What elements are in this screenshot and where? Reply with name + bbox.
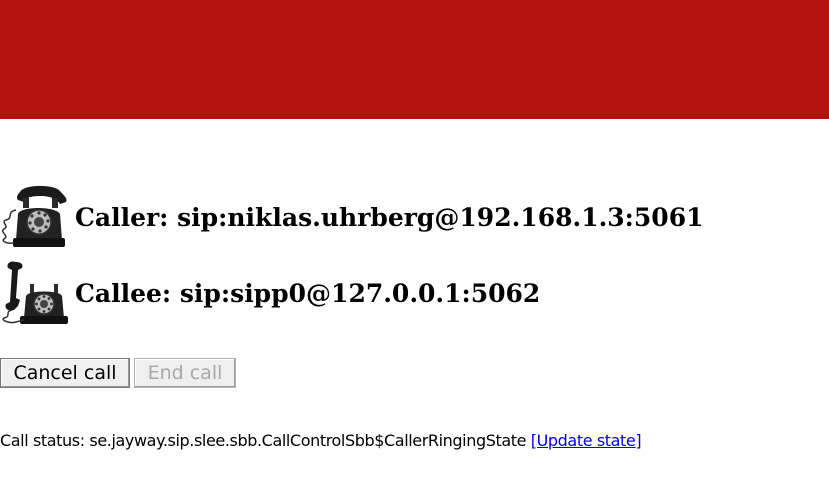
caller-label: Caller: sip:niklas.uhrberg@192.168.1.3:5… bbox=[75, 202, 704, 232]
callee-row: Callee: sip:sipp0@127.0.0.1:5062 bbox=[0, 258, 540, 328]
call-status-value: se.jayway.sip.slee.sbb.CallControlSbb$Ca… bbox=[89, 431, 527, 450]
call-status-prefix: Call status: bbox=[0, 431, 90, 450]
caller-row: Caller: sip:niklas.uhrberg@192.168.1.3:5… bbox=[0, 182, 704, 252]
rotary-phone-off-hook-icon bbox=[2, 261, 68, 324]
callee-label: Callee: sip:sipp0@127.0.0.1:5062 bbox=[75, 278, 541, 308]
header-banner bbox=[0, 0, 829, 119]
rotary-phone-icon bbox=[1, 185, 67, 247]
call-status: Call status: se.jayway.sip.slee.sbb.Call… bbox=[0, 431, 642, 450]
cancel-call-button[interactable]: Cancel call bbox=[0, 358, 130, 388]
end-call-button[interactable]: End call bbox=[134, 358, 236, 388]
update-state-link[interactable]: [Update state] bbox=[531, 431, 642, 450]
